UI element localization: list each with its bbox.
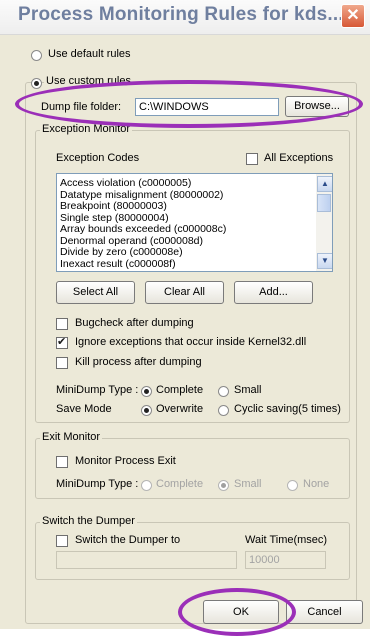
dump-folder-input[interactable]: C:\WINDOWS (135, 98, 279, 116)
scroll-down-icon[interactable]: ▼ (317, 253, 332, 269)
browse-button[interactable]: Browse... (285, 96, 349, 117)
save-cyclic-label: Cyclic saving(5 times) (234, 403, 341, 415)
save-overwrite-radio[interactable] (141, 405, 152, 416)
exit-none-radio[interactable] (287, 480, 298, 491)
exit-none-label: None (303, 478, 330, 490)
minidump-complete-label: Complete (156, 384, 204, 396)
bugcheck-label: Bugcheck after dumping (75, 317, 194, 329)
custom-rules-label: Use custom rules (44, 75, 133, 87)
bugcheck-checkbox[interactable] (56, 318, 68, 330)
select-all-button[interactable]: Select All (56, 281, 135, 304)
default-rules-radio[interactable] (31, 50, 42, 61)
kill-process-checkbox[interactable] (56, 357, 68, 369)
window-title: Process Monitoring Rules for kds... (18, 4, 344, 25)
minidump-small-label: Small (234, 384, 262, 396)
monitor-exit-label: Monitor Process Exit (75, 455, 176, 467)
save-cyclic-radio[interactable] (218, 405, 229, 416)
list-item[interactable]: Access violation (c0000005) (57, 177, 332, 190)
dialog-window: Process Monitoring Rules for kds... ✕ Us… (0, 0, 370, 636)
minidump-complete-radio[interactable] (141, 386, 152, 397)
exception-codes-list[interactable]: Access violation (c0000005) Datatype mis… (56, 173, 333, 272)
scroll-up-icon[interactable]: ▲ (317, 176, 332, 192)
all-exceptions-checkbox[interactable] (246, 153, 258, 165)
all-exceptions-label: All Exceptions (264, 152, 334, 164)
exit-minidump-label: MiniDump Type : (56, 478, 139, 490)
exit-small-radio[interactable] (218, 480, 229, 491)
close-button[interactable]: ✕ (341, 4, 365, 28)
monitor-exit-checkbox[interactable] (56, 456, 68, 468)
exit-complete-radio[interactable] (141, 480, 152, 491)
list-item[interactable]: Array bounds exceeded (c000008c) (57, 223, 332, 236)
minidump-type-label: MiniDump Type : (56, 384, 139, 396)
dumper-path-input[interactable] (56, 551, 237, 569)
wait-time-input[interactable]: 10000 (245, 551, 326, 569)
switch-dumper-to-label: Switch the Dumper to (75, 534, 181, 546)
exit-complete-label: Complete (156, 478, 204, 490)
exit-small-label: Small (234, 478, 262, 490)
list-item[interactable]: Divide by zero (c000008e) (57, 246, 332, 259)
list-item[interactable]: Inexact result (c000008f) (57, 258, 332, 271)
custom-rules-radio[interactable] (31, 78, 42, 89)
clear-all-button[interactable]: Clear All (145, 281, 224, 304)
exception-monitor-label: Exception Monitor (40, 123, 133, 135)
ignore-kernel32-label: Ignore exceptions that occur inside Kern… (75, 336, 307, 348)
exception-codes-label: Exception Codes (56, 152, 140, 164)
dump-folder-label: Dump file folder: (41, 101, 122, 113)
scroll-thumb[interactable] (317, 194, 331, 212)
exit-monitor-label: Exit Monitor (40, 431, 103, 443)
ignore-kernel32-checkbox[interactable] (56, 335, 68, 349)
default-rules-label: Use default rules (48, 48, 131, 60)
cancel-button[interactable]: Cancel (286, 600, 363, 624)
save-mode-label: Save Mode (56, 403, 112, 415)
title-bar[interactable]: Process Monitoring Rules for kds... ✕ (0, 0, 370, 35)
wait-time-label: Wait Time(msec) (245, 534, 328, 546)
list-item[interactable]: Breakpoint (80000003) (57, 200, 332, 213)
minidump-small-radio[interactable] (218, 386, 229, 397)
add-button[interactable]: Add... (234, 281, 313, 304)
close-icon: ✕ (346, 7, 360, 24)
kill-process-label: Kill process after dumping (75, 356, 202, 368)
switch-dumper-checkbox[interactable] (56, 535, 68, 547)
switch-dumper-label: Switch the Dumper (40, 515, 137, 527)
ok-button[interactable]: OK (203, 600, 279, 624)
list-scrollbar[interactable]: ▲ ▼ (316, 174, 332, 271)
save-overwrite-label: Overwrite (156, 403, 204, 415)
